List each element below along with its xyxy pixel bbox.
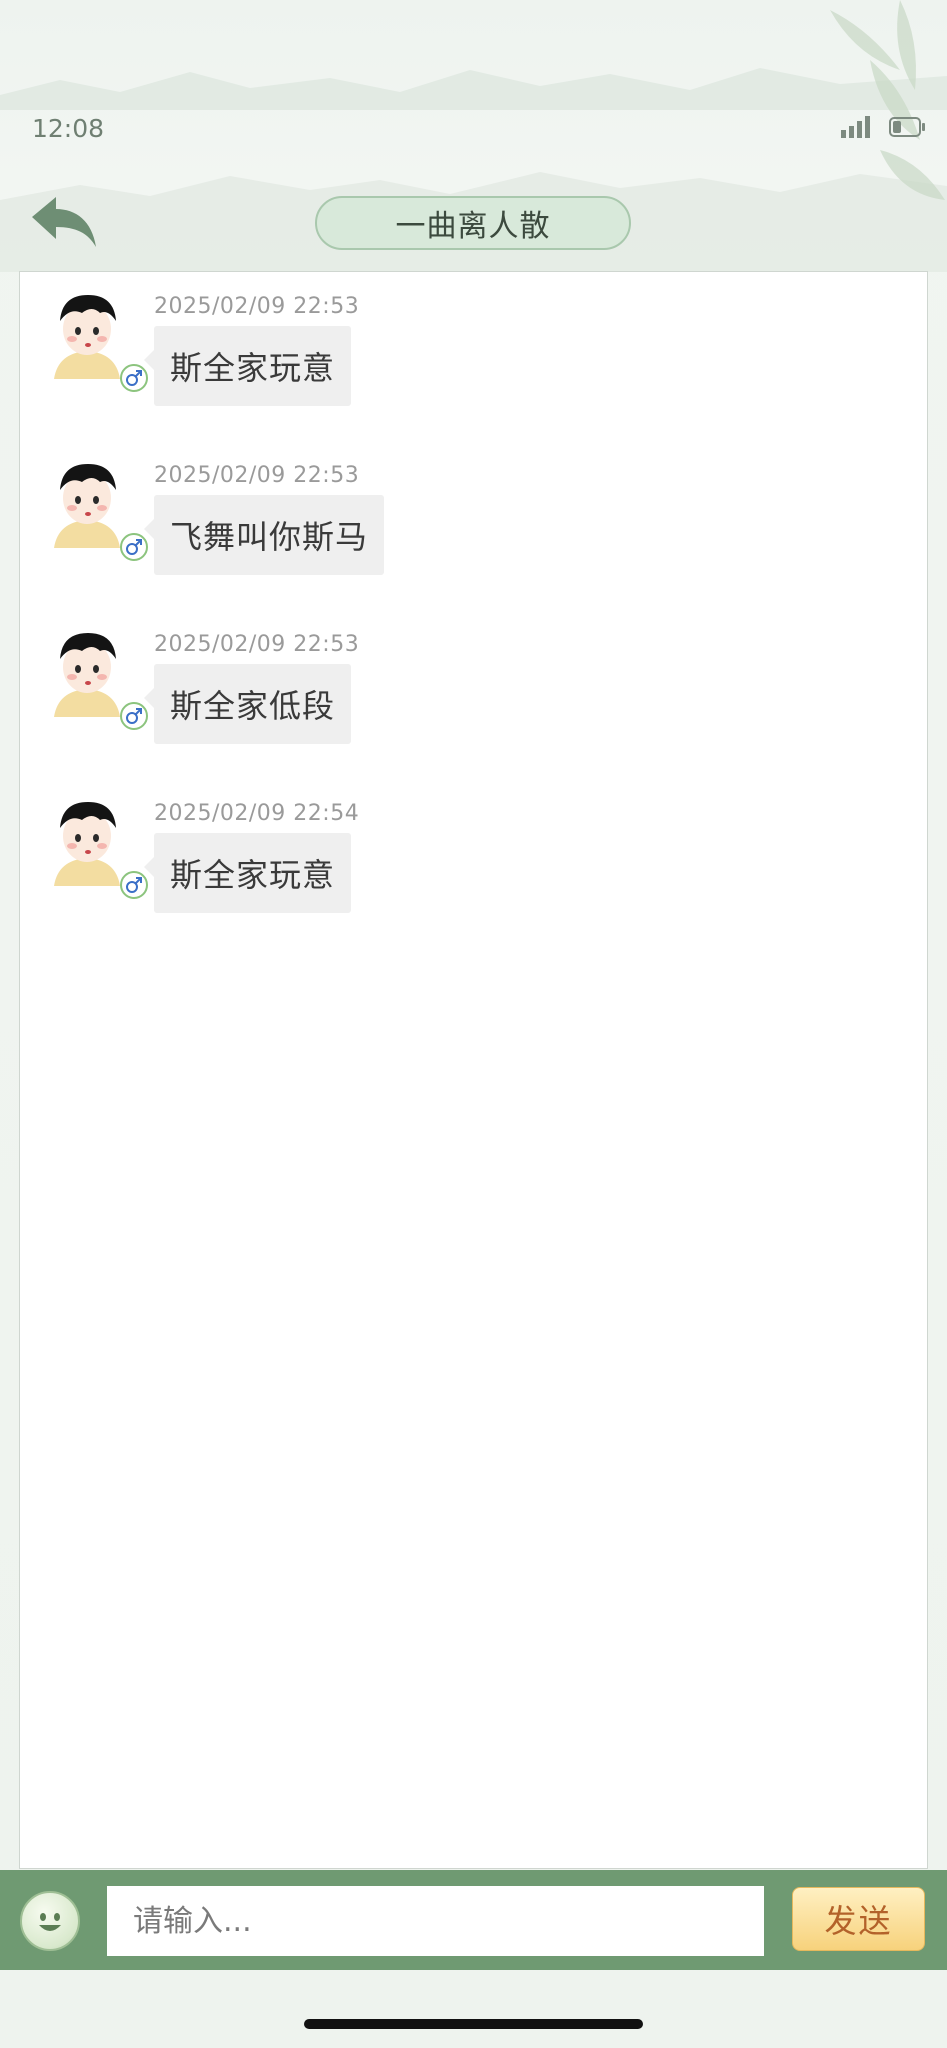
battery-icon bbox=[889, 117, 925, 137]
status-icons bbox=[841, 116, 925, 138]
back-arrow-icon bbox=[32, 197, 96, 247]
back-button[interactable] bbox=[28, 195, 100, 251]
emoji-icon bbox=[39, 1913, 61, 1931]
avatar[interactable] bbox=[48, 460, 126, 548]
message-input[interactable] bbox=[107, 1886, 764, 1956]
emoji-button[interactable] bbox=[20, 1891, 80, 1951]
message-bubble[interactable]: 斯全家低段 bbox=[143, 664, 352, 744]
status-time: 12:08 bbox=[32, 114, 105, 143]
message-timestamp: 2025/02/09 22:53 bbox=[154, 294, 360, 319]
chat-screen: 12:08 一曲离人散 2025/02/09 22:53 斯全家玩意 2025/… bbox=[0, 0, 947, 2048]
message-bubble[interactable]: 飞舞叫你斯马 bbox=[143, 495, 385, 575]
home-indicator[interactable] bbox=[304, 2019, 643, 2029]
send-button[interactable]: 发送 bbox=[792, 1887, 925, 1951]
message-timestamp: 2025/02/09 22:54 bbox=[154, 801, 360, 826]
message-list[interactable]: 2025/02/09 22:53 斯全家玩意 2025/02/09 22:53 … bbox=[19, 271, 928, 1869]
message-timestamp: 2025/02/09 22:53 bbox=[154, 463, 360, 488]
avatar[interactable] bbox=[48, 798, 126, 886]
chat-title: 一曲离人散 bbox=[315, 196, 631, 250]
signal-icon bbox=[841, 116, 870, 138]
message-timestamp: 2025/02/09 22:53 bbox=[154, 632, 360, 657]
avatar[interactable] bbox=[48, 629, 126, 717]
composer-bar: 发送 bbox=[0, 1870, 947, 1970]
message-bubble[interactable]: 斯全家玩意 bbox=[143, 833, 352, 913]
message-bubble[interactable]: 斯全家玩意 bbox=[143, 326, 352, 406]
avatar[interactable] bbox=[48, 291, 126, 379]
